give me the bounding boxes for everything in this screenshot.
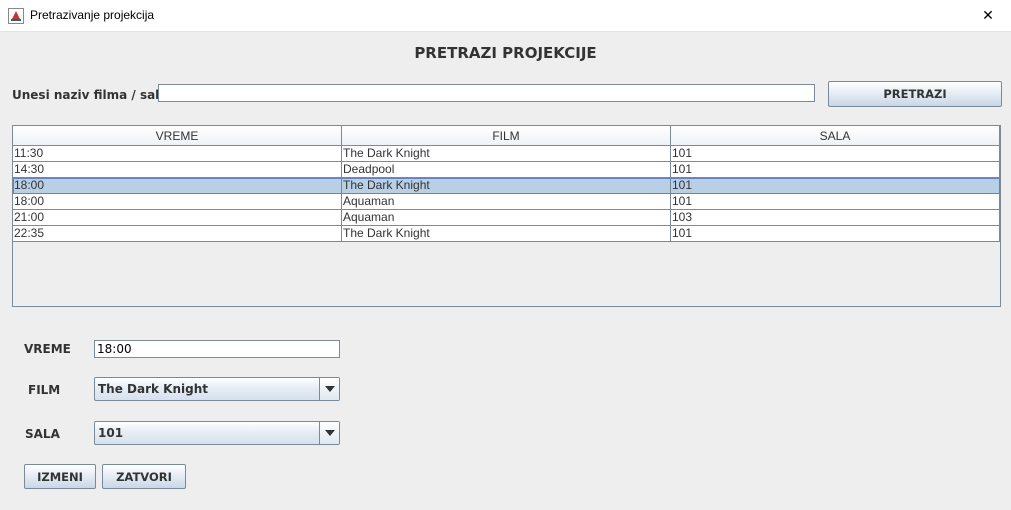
- cell-film: Aquaman: [342, 194, 671, 210]
- chevron-down-icon[interactable]: [319, 422, 339, 444]
- column-header-sala[interactable]: SALA: [671, 126, 1000, 146]
- film-label: FILM: [28, 383, 61, 397]
- cell-vreme: 21:00: [13, 210, 342, 226]
- table-row[interactable]: 18:00 Aquaman 101: [13, 194, 1000, 210]
- cell-film: Deadpool: [342, 162, 671, 178]
- page-title: PRETRAZI PROJEKCIJE: [414, 44, 597, 62]
- sala-select-value: 101: [98, 426, 124, 440]
- table-row[interactable]: 11:30 The Dark Knight 101: [13, 146, 1000, 162]
- close-button[interactable]: ✕: [965, 0, 1011, 31]
- column-header-film[interactable]: FILM: [342, 126, 671, 146]
- vreme-input[interactable]: [94, 340, 340, 358]
- film-select-value: The Dark Knight: [98, 382, 209, 396]
- table-header: VREME FILM SALA: [13, 126, 1000, 146]
- java-cup-icon: [8, 8, 24, 24]
- table-row[interactable]: 21:00 Aquaman 103: [13, 210, 1000, 226]
- cell-sala: 101: [671, 146, 1000, 162]
- table-row[interactable]: 22:35 The Dark Knight 101: [13, 226, 1000, 242]
- cell-vreme: 14:30: [13, 162, 342, 178]
- cell-sala: 101: [671, 194, 1000, 210]
- cell-sala: 101: [671, 178, 1000, 194]
- zatvori-button[interactable]: ZATVORI: [102, 464, 186, 489]
- cell-film: The Dark Knight: [342, 146, 671, 162]
- cell-film: The Dark Knight: [342, 178, 671, 194]
- vreme-label: VREME: [24, 342, 71, 356]
- cell-vreme: 18:00: [13, 178, 342, 194]
- cell-film: The Dark Knight: [342, 226, 671, 242]
- search-button[interactable]: PRETRAZI: [828, 81, 1002, 107]
- cell-sala: 101: [671, 162, 1000, 178]
- column-header-vreme[interactable]: VREME: [13, 126, 342, 146]
- window-title: Pretrazivanje projekcija: [30, 8, 155, 22]
- table-body: 11:30 The Dark Knight 101 14:30 Deadpool…: [13, 146, 1000, 242]
- search-input[interactable]: [158, 84, 815, 102]
- sala-label: SALA: [25, 427, 60, 441]
- title-bar: Pretrazivanje projekcija ✕: [0, 0, 1011, 32]
- cell-sala: 103: [671, 210, 1000, 226]
- cell-vreme: 11:30: [13, 146, 342, 162]
- table-row-selected[interactable]: 18:00 The Dark Knight 101: [13, 178, 1000, 194]
- cell-vreme: 18:00: [13, 194, 342, 210]
- table-row[interactable]: 14:30 Deadpool 101: [13, 162, 1000, 178]
- close-icon: ✕: [982, 7, 994, 24]
- film-select[interactable]: The Dark Knight: [94, 377, 340, 401]
- search-label: Unesi naziv filma / sale: [12, 88, 168, 102]
- cell-vreme: 22:35: [13, 226, 342, 242]
- projections-table: VREME FILM SALA 11:30 The Dark Knight 10…: [12, 125, 1001, 307]
- cell-film: Aquaman: [342, 210, 671, 226]
- izmeni-button[interactable]: IZMENI: [24, 464, 96, 489]
- sala-select[interactable]: 101: [94, 421, 340, 445]
- chevron-down-icon[interactable]: [319, 378, 339, 400]
- cell-sala: 101: [671, 226, 1000, 242]
